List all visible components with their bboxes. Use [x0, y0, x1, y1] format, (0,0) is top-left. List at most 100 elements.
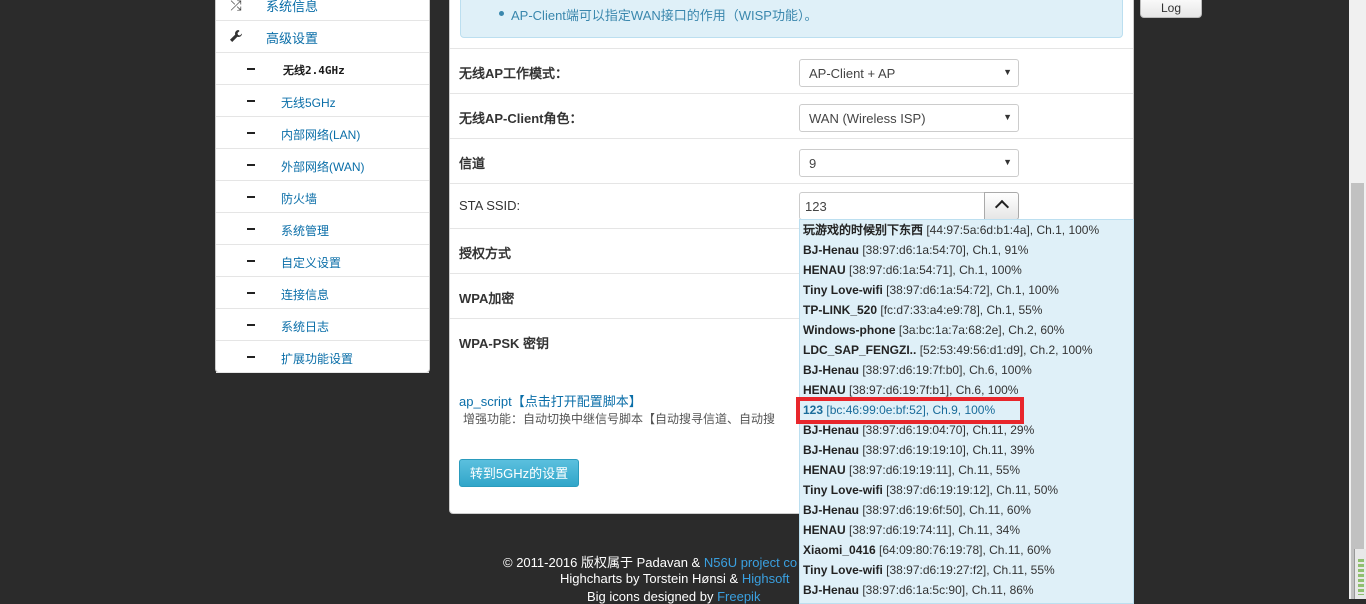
- dash-icon: [247, 196, 255, 198]
- sidebar-subitem[interactable]: 系统管理: [216, 213, 429, 245]
- dash-icon: [247, 292, 255, 294]
- sidebar-subitem[interactable]: 系统日志: [216, 309, 429, 341]
- ap-client-role-select[interactable]: WAN (Wireless ISP) ▼: [799, 104, 1019, 132]
- ssid-name: BJ-Henau: [803, 243, 860, 257]
- auth-mode-label: 授权方式: [459, 246, 512, 261]
- sidebar-subitem-label: 内部网络(LAN): [281, 128, 361, 142]
- channel-value: 9: [809, 156, 817, 171]
- ssid-list-item[interactable]: Tiny Love-wifi [38:97:d6:19:19:12], Ch.1…: [800, 480, 1133, 500]
- shuffle-icon: ⤮: [230, 0, 242, 13]
- sidebar-subitem[interactable]: 无线5GHz: [216, 85, 429, 117]
- ssid-list-item[interactable]: BJ-Henau [38:97:d6:19:19:10], Ch.11, 39%: [800, 440, 1133, 460]
- channel-select[interactable]: 9 ▼: [799, 149, 1019, 177]
- chevron-up-icon: [994, 199, 1010, 215]
- caret-down-icon: ▼: [1003, 67, 1012, 77]
- row-ap-client-role: 无线AP-Client角色： WAN (Wireless ISP) ▼: [450, 93, 1133, 138]
- sta-ssid-value: 123: [805, 199, 827, 214]
- ssid-detail: [52:53:49:56:d1:d9], Ch.2, 100%: [916, 343, 1093, 357]
- dash-icon: [247, 356, 255, 358]
- dash-icon: [247, 100, 255, 102]
- sidebar-item-label: 系统信息: [266, 0, 319, 14]
- ssid-list-item[interactable]: HENAU [38:97:d6:19:74:11], Ch.11, 34%: [800, 520, 1133, 540]
- scrollbar-thumb[interactable]: [1351, 183, 1364, 599]
- n56u-project-link[interactable]: N56U project co: [704, 555, 797, 570]
- ssid-name: BJ-Henau: [803, 443, 860, 457]
- ssid-detail: [38:97:d6:1a:54:72], Ch.1, 100%: [882, 283, 1059, 297]
- sidebar-nav: ⤮ 系统信息 高级设置 无线2.4GHz 无线5GHz 内部网络(LAN) 外部网络(…: [215, 0, 430, 373]
- footer-copyright: © 2011-2016 版权属于 Padavan & N56U project …: [503, 552, 1366, 571]
- sidebar-subitem-label: 无线2.4GHz: [283, 64, 345, 77]
- ssid-detail: [44:97:5a:6d:b1:4a], Ch.1, 100%: [923, 223, 1100, 237]
- caret-down-icon: ▼: [1003, 112, 1012, 122]
- dash-icon: [247, 324, 255, 326]
- wrench-icon: [228, 29, 244, 45]
- sidebar-item-advanced[interactable]: 高级设置: [216, 21, 429, 53]
- ap-client-role-label: 无线AP-Client角色：: [459, 111, 583, 126]
- ssid-name: Tiny Love-wifi: [803, 483, 883, 497]
- ssid-name: HENAU: [803, 383, 846, 397]
- row-channel: 信道 9 ▼: [450, 138, 1133, 183]
- info-box: AP-Client端可以指定WAN接口的作用（WISP功能）。: [460, 0, 1123, 38]
- ssid-name: HENAU: [803, 263, 846, 277]
- freepik-link[interactable]: Freepik: [717, 589, 760, 604]
- sidebar-subitem-label: 自定义设置: [281, 256, 342, 270]
- dash-icon: [247, 228, 255, 230]
- sidebar-item-label: 高级设置: [266, 31, 319, 46]
- dash-icon: [247, 164, 255, 166]
- ssid-detail: [38:97:d6:1a:54:71], Ch.1, 100%: [845, 263, 1022, 277]
- ssid-list-item[interactable]: HENAU [38:97:d6:1a:54:71], Ch.1, 100%: [800, 260, 1133, 280]
- highsoft-link[interactable]: Highsoft: [742, 571, 790, 586]
- channel-label: 信道: [459, 156, 486, 171]
- sta-ssid-label: STA SSID:: [459, 198, 521, 213]
- ssid-name: HENAU: [803, 523, 846, 537]
- sidebar-subitem[interactable]: 内部网络(LAN): [216, 117, 429, 149]
- sidebar-subitem-label: 系统日志: [281, 320, 330, 334]
- sidebar-subitem[interactable]: 扩展功能设置: [216, 341, 429, 373]
- ssid-detail: [fc:d7:33:a4:e9:78], Ch.1, 55%: [877, 303, 1043, 317]
- footer-highcharts-text: Highcharts by Torstein Hønsi &: [560, 571, 742, 586]
- wpa-psk-label: WPA-PSK 密钥: [459, 336, 550, 351]
- ssid-list-item[interactable]: BJ-Henau [38:97:d6:19:6f:50], Ch.11, 60%: [800, 500, 1133, 520]
- dash-icon: [247, 132, 255, 134]
- ssid-list-item[interactable]: Tiny Love-wifi [38:97:d6:1a:54:72], Ch.1…: [800, 280, 1133, 300]
- ssid-detail: [38:97:d6:19:7f:b0], Ch.6, 100%: [859, 363, 1032, 377]
- ssid-name: Windows-phone: [803, 323, 896, 337]
- volume-meter-icon: [1354, 549, 1366, 599]
- ssid-name: 玩游戏的时候别下东西: [803, 223, 924, 237]
- ssid-detail: [38:97:d6:19:19:10], Ch.11, 39%: [859, 443, 1035, 457]
- sidebar-subitem[interactable]: 无线2.4GHz: [216, 53, 429, 85]
- ssid-detail: [3a:bc:1a:7a:68:2e], Ch.2, 60%: [895, 323, 1065, 337]
- sta-ssid-input[interactable]: 123: [799, 192, 985, 220]
- ssid-list-item[interactable]: HENAU [38:97:d6:19:19:11], Ch.11, 55%: [800, 460, 1133, 480]
- ap-mode-value: AP-Client + AP: [809, 66, 896, 81]
- ssid-detail: [38:97:d6:1a:54:70], Ch.1, 91%: [859, 243, 1029, 257]
- info-text: AP-Client端可以指定WAN接口的作用（WISP功能）。: [511, 8, 818, 23]
- log-button[interactable]: Log: [1140, 0, 1202, 18]
- sidebar-subitem[interactable]: 自定义设置: [216, 245, 429, 277]
- row-ap-mode: 无线AP工作模式： AP-Client + AP ▼: [450, 48, 1133, 93]
- sidebar-subitem-label: 无线5GHz: [281, 96, 336, 110]
- ssid-name: Tiny Love-wifi: [803, 283, 883, 297]
- selection-highlight-box: [796, 397, 1024, 424]
- sidebar-item-system-info[interactable]: ⤮ 系统信息: [216, 0, 429, 21]
- ssid-list-item[interactable]: Windows-phone [3a:bc:1a:7a:68:2e], Ch.2,…: [800, 320, 1133, 340]
- ssid-list-item[interactable]: BJ-Henau [38:97:d6:1a:54:70], Ch.1, 91%: [800, 240, 1133, 260]
- ap-script-link[interactable]: ap_script【点击打开配置脚本】: [459, 391, 642, 410]
- ssid-list-item[interactable]: LDC_SAP_FENGZI.. [52:53:49:56:d1:d9], Ch…: [800, 340, 1133, 360]
- sidebar-subitem-label: 系统管理: [281, 224, 330, 238]
- ssid-list-toggle-button[interactable]: [984, 192, 1019, 220]
- ssid-list-item[interactable]: TP-LINK_520 [fc:d7:33:a4:e9:78], Ch.1, 5…: [800, 300, 1133, 320]
- ap-mode-select[interactable]: AP-Client + AP ▼: [799, 59, 1019, 87]
- footer-highcharts: Highcharts by Torstein Hønsi & Highsoft: [560, 571, 1366, 586]
- sidebar-subitem[interactable]: 连接信息: [216, 277, 429, 309]
- sidebar-subitem[interactable]: 防火墙: [216, 181, 429, 213]
- ssid-detail: [38:97:d6:19:7f:b1], Ch.6, 100%: [845, 383, 1019, 397]
- dash-icon: [247, 68, 255, 70]
- switch-5ghz-button[interactable]: 转到5GHz的设置: [459, 459, 579, 487]
- ssid-list-item[interactable]: 玩游戏的时候别下东西 [44:97:5a:6d:b1:4a], Ch.1, 10…: [800, 220, 1133, 240]
- ssid-name: BJ-Henau: [803, 503, 860, 517]
- ssid-list-item[interactable]: BJ-Henau [38:97:d6:19:7f:b0], Ch.6, 100%: [800, 360, 1133, 380]
- sidebar-subitem[interactable]: 外部网络(WAN): [216, 149, 429, 181]
- sidebar-subitem-label: 连接信息: [281, 288, 330, 302]
- ssid-name: TP-LINK_520: [803, 303, 878, 317]
